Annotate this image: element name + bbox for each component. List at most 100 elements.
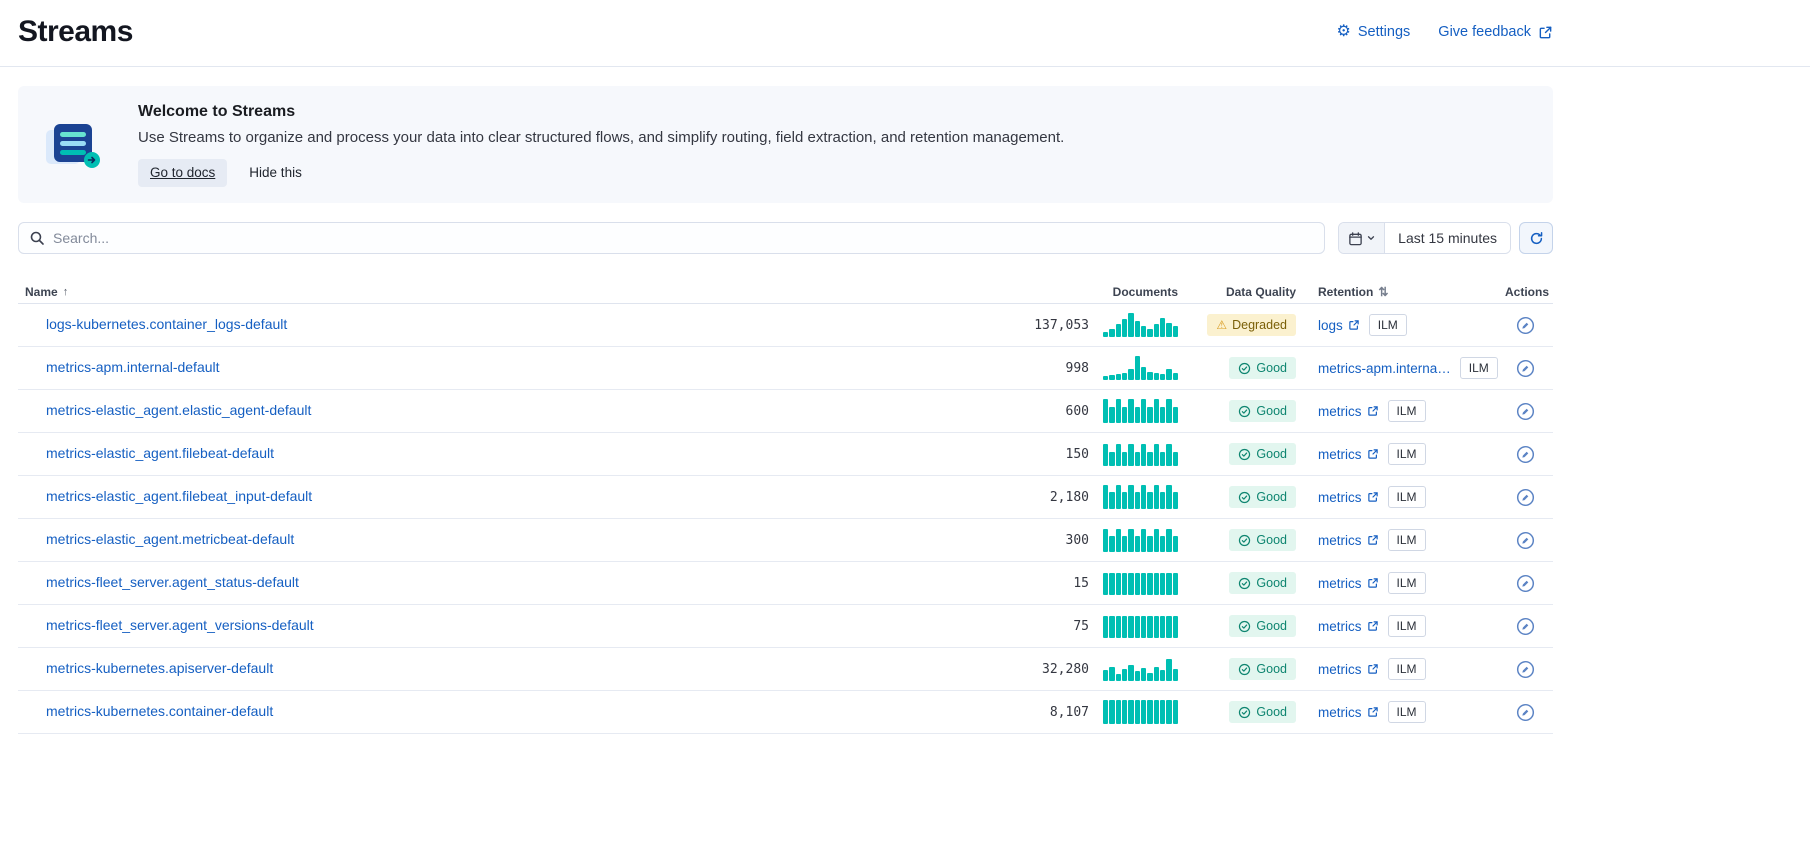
edit-circle-icon (1516, 445, 1535, 464)
manage-stream-button[interactable] (1516, 445, 1535, 464)
manage-stream-button[interactable] (1516, 402, 1535, 421)
table-row: metrics-elastic_agent.filebeat_input-def… (18, 476, 1553, 519)
retention-policy-link[interactable]: logs (1318, 318, 1360, 333)
name-cell: metrics-apm.internal-default (18, 359, 933, 377)
toolbar: Last 15 minutes (18, 222, 1553, 254)
time-range-button[interactable]: Last 15 minutes (1385, 223, 1510, 253)
check-circle-icon (1238, 491, 1251, 504)
data-quality-badge: ⚠ Degraded (1207, 314, 1296, 336)
manage-stream-button[interactable] (1516, 703, 1535, 722)
manage-stream-button[interactable] (1516, 359, 1535, 378)
manage-stream-button[interactable] (1516, 660, 1535, 679)
search-input[interactable] (53, 230, 1314, 246)
edit-circle-icon (1516, 359, 1535, 378)
check-circle-icon (1238, 706, 1251, 719)
document-count: 998 (1066, 361, 1089, 376)
retention-cell: metrics ILM (1303, 658, 1498, 680)
retention-cell: metrics ILM (1303, 443, 1498, 465)
retention-policy-link[interactable]: metrics-apm.interna… (1318, 361, 1451, 376)
edit-circle-icon (1516, 316, 1535, 335)
column-header-data-quality: Data Quality (1178, 285, 1303, 299)
retention-policy-link[interactable]: metrics (1318, 490, 1379, 505)
retention-link-label: logs (1318, 318, 1343, 333)
data-quality-cell: ⚠ Good (1178, 443, 1303, 465)
retention-policy-link[interactable]: metrics (1318, 619, 1379, 634)
stream-name-link[interactable]: logs-kubernetes.container_logs-default (46, 316, 287, 332)
actions-cell (1498, 617, 1553, 636)
retention-policy-link[interactable]: metrics (1318, 404, 1379, 419)
documents-cell: 15 (933, 571, 1178, 595)
table-body: logs-kubernetes.container_logs-default 1… (18, 304, 1553, 734)
document-count: 300 (1066, 533, 1089, 548)
sort-by-retention-button[interactable]: Retention ⇅ (1318, 285, 1388, 299)
actions-cell (1498, 445, 1553, 464)
give-feedback-label: Give feedback (1438, 24, 1531, 40)
manage-stream-button[interactable] (1516, 488, 1535, 507)
stream-name-link[interactable]: metrics-elastic_agent.filebeat-default (46, 445, 274, 461)
retention-link-label: metrics (1318, 404, 1362, 419)
edit-circle-icon (1516, 660, 1535, 679)
check-circle-icon (1238, 362, 1251, 375)
date-picker: Last 15 minutes (1338, 222, 1511, 254)
data-quality-badge: ⚠ Good (1229, 357, 1296, 379)
stream-name-link[interactable]: metrics-apm.internal-default (46, 359, 220, 375)
actions-cell (1498, 531, 1553, 550)
top-actions: ⚙ Settings Give feedback (1337, 24, 1553, 40)
welcome-panel: Welcome to Streams Use Streams to organi… (18, 86, 1553, 203)
retention-link-label: metrics (1318, 662, 1362, 677)
edit-circle-icon (1516, 531, 1535, 550)
external-link-icon (1367, 577, 1379, 589)
ilm-badge: ILM (1388, 400, 1426, 422)
sort-by-name-button[interactable]: Name ↑ (25, 285, 68, 299)
data-quality-cell: ⚠ Good (1178, 486, 1303, 508)
document-count: 2,180 (1050, 490, 1089, 505)
quality-label: Good (1256, 576, 1287, 590)
settings-button[interactable]: ⚙ Settings (1337, 24, 1411, 40)
retention-policy-link[interactable]: metrics (1318, 447, 1379, 462)
retention-policy-link[interactable]: metrics (1318, 576, 1379, 591)
manage-stream-button[interactable] (1516, 617, 1535, 636)
hide-this-button[interactable]: Hide this (249, 165, 302, 180)
ilm-badge: ILM (1388, 443, 1426, 465)
stream-name-link[interactable]: metrics-kubernetes.apiserver-default (46, 660, 273, 676)
actions-cell (1498, 574, 1553, 593)
retention-link-label: metrics (1318, 619, 1362, 634)
give-feedback-button[interactable]: Give feedback (1438, 24, 1553, 40)
welcome-description: Use Streams to organize and process your… (138, 129, 1064, 146)
name-cell: metrics-kubernetes.apiserver-default (18, 660, 933, 678)
column-header-documents: Documents (933, 285, 1178, 299)
manage-stream-button[interactable] (1516, 531, 1535, 550)
retention-cell: metrics-apm.interna… ILM (1303, 357, 1498, 379)
retention-policy-link[interactable]: metrics (1318, 662, 1379, 677)
retention-policy-link[interactable]: metrics (1318, 705, 1379, 720)
data-quality-cell: ⚠ Good (1178, 615, 1303, 637)
welcome-actions: Go to docs Hide this (138, 159, 1064, 187)
refresh-button[interactable] (1519, 222, 1553, 254)
table-header-row: Name ↑ Documents Data Quality Retention … (18, 280, 1553, 304)
settings-label: Settings (1358, 24, 1410, 40)
search-box[interactable] (18, 222, 1325, 254)
documents-sparkline (1103, 485, 1178, 509)
data-quality-badge: ⚠ Good (1229, 701, 1296, 723)
stream-name-link[interactable]: metrics-elastic_agent.metricbeat-default (46, 531, 294, 547)
data-quality-badge: ⚠ Good (1229, 615, 1296, 637)
stream-name-link[interactable]: metrics-fleet_server.agent_status-defaul… (46, 574, 299, 590)
quality-label: Good (1256, 490, 1287, 504)
external-link-icon (1367, 491, 1379, 503)
quick-select-button[interactable] (1339, 223, 1385, 253)
go-to-docs-button[interactable]: Go to docs (138, 159, 227, 187)
stream-name-link[interactable]: metrics-elastic_agent.elastic_agent-defa… (46, 402, 311, 418)
documents-cell: 2,180 (933, 485, 1178, 509)
manage-stream-button[interactable] (1516, 316, 1535, 335)
chevron-down-icon (1366, 233, 1376, 243)
document-count: 600 (1066, 404, 1089, 419)
retention-policy-link[interactable]: metrics (1318, 533, 1379, 548)
documents-sparkline (1103, 442, 1178, 466)
stream-name-link[interactable]: metrics-kubernetes.container-default (46, 703, 273, 719)
ilm-badge: ILM (1388, 486, 1426, 508)
stream-name-link[interactable]: metrics-elastic_agent.filebeat_input-def… (46, 488, 312, 504)
stream-name-link[interactable]: metrics-fleet_server.agent_versions-defa… (46, 617, 314, 633)
manage-stream-button[interactable] (1516, 574, 1535, 593)
retention-link-label: metrics (1318, 447, 1362, 462)
quality-label: Good (1256, 361, 1287, 375)
